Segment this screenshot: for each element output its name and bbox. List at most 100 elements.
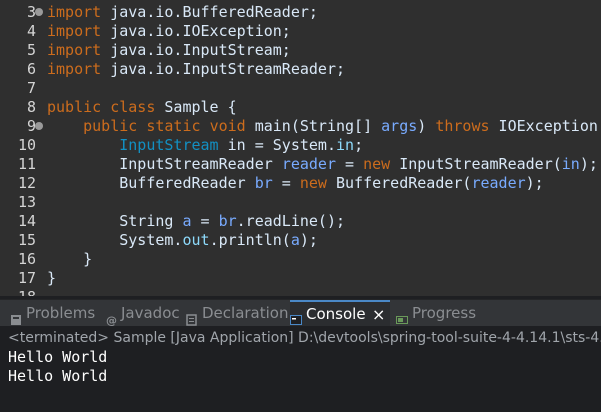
tab-label: Declaration bbox=[202, 304, 289, 322]
tab-console[interactable]: Console × bbox=[290, 300, 390, 327]
tab-progress[interactable]: Progress bbox=[396, 300, 476, 327]
code-token: Sample { bbox=[155, 98, 237, 116]
line-number: 17 bbox=[17, 269, 36, 287]
code-line[interactable]: 6 import java.io.InputStreamReader; bbox=[0, 60, 601, 79]
code-text: InputStream in = System.in; bbox=[47, 136, 363, 155]
code-text: BufferedReader br = new BufferedReader(r… bbox=[47, 174, 544, 193]
code-token: java.io.IOException; bbox=[101, 22, 291, 40]
code-text: String a = br.readLine(); bbox=[47, 212, 345, 231]
code-token: IOException { bbox=[498, 117, 598, 135]
code-token: br bbox=[254, 174, 273, 192]
code-token: String bbox=[47, 212, 183, 230]
code-line[interactable]: 13 bbox=[0, 193, 601, 212]
console-status-label: <terminated> Sample [Java Application] D… bbox=[8, 330, 601, 346]
code-line[interactable]: 10 InputStream in = System.in; bbox=[0, 136, 601, 155]
code-line[interactable]: 15 System.out.println(a); bbox=[0, 231, 601, 250]
code-line[interactable]: 11 InputStreamReader reader = new InputS… bbox=[0, 155, 601, 174]
code-text: } bbox=[47, 269, 56, 288]
code-line[interactable]: 9 public static void main(String[] args)… bbox=[0, 117, 601, 136]
code-token: System. bbox=[47, 231, 183, 249]
console-output-line: Hello World bbox=[8, 367, 108, 385]
fold-toggle-icon[interactable] bbox=[35, 122, 43, 130]
problems-icon bbox=[10, 308, 22, 325]
tab-label: Console bbox=[306, 305, 366, 323]
tab-problems[interactable]: Problems bbox=[10, 300, 98, 327]
code-line[interactable]: 14 String a = br.readLine(); bbox=[0, 212, 601, 231]
code-token: .readLine(); bbox=[236, 212, 346, 230]
code-text: public static void main(String[] args) t… bbox=[47, 117, 601, 136]
code-token: BufferedReader( bbox=[326, 174, 472, 192]
code-token: class bbox=[110, 98, 156, 116]
svg-text:@: @ bbox=[106, 314, 117, 326]
code-line[interactable]: 17} bbox=[0, 269, 601, 288]
code-text: import java.io.BufferedReader; bbox=[47, 3, 318, 22]
code-token: } bbox=[47, 269, 57, 287]
code-token: new bbox=[363, 155, 391, 173]
code-token: throws bbox=[435, 117, 490, 135]
code-line[interactable]: 18 bbox=[0, 288, 601, 296]
code-token: in bbox=[561, 155, 580, 173]
code-token: } bbox=[47, 250, 93, 268]
code-text: InputStreamReader reader = new InputStre… bbox=[47, 155, 598, 174]
code-text: import java.io.InputStream; bbox=[47, 41, 291, 60]
line-number: 10 bbox=[17, 136, 36, 154]
code-line[interactable]: 5 import java.io.InputStream; bbox=[0, 41, 601, 60]
code-token: args bbox=[381, 117, 418, 135]
line-number: 16 bbox=[17, 250, 36, 268]
line-number: 5 bbox=[26, 41, 36, 59]
line-number: 7 bbox=[26, 79, 36, 97]
code-line[interactable]: 7 bbox=[0, 79, 601, 98]
code-line[interactable]: 3 import java.io.BufferedReader; bbox=[0, 3, 601, 22]
code-text: import java.io.InputStreamReader; bbox=[47, 60, 345, 79]
code-token: import bbox=[47, 3, 102, 21]
code-line[interactable]: 8 public class Sample { bbox=[0, 98, 601, 117]
console-view[interactable]: <terminated> Sample [Java Application] D… bbox=[0, 326, 601, 412]
console-icon bbox=[290, 309, 302, 325]
line-number: 13 bbox=[17, 193, 36, 211]
code-line[interactable]: 16 } bbox=[0, 250, 601, 269]
code-token: static bbox=[146, 117, 201, 135]
javadoc-icon: @ bbox=[105, 308, 117, 327]
code-token: public bbox=[47, 98, 102, 116]
code-text: } bbox=[47, 250, 92, 269]
code-token: java.io.InputStreamReader; bbox=[101, 60, 346, 78]
code-token: import bbox=[47, 41, 102, 59]
fold-toggle-icon[interactable] bbox=[35, 8, 43, 16]
tab-declaration[interactable]: Declaration bbox=[186, 300, 288, 327]
code-token: ); bbox=[525, 174, 544, 192]
code-token: a bbox=[290, 231, 300, 249]
code-token: .println( bbox=[209, 231, 291, 249]
line-number: 18 bbox=[0, 288, 36, 296]
code-editor[interactable]: 3 import java.io.BufferedReader; 4 import j… bbox=[0, 0, 601, 296]
progress-icon bbox=[396, 308, 408, 324]
console-output-line: Hello World bbox=[8, 348, 108, 366]
tab-label: Javadoc bbox=[121, 304, 180, 322]
code-token: new bbox=[299, 174, 327, 192]
code-token: java.io.BufferedReader; bbox=[101, 3, 318, 21]
code-token: = bbox=[336, 155, 364, 173]
code-token: BufferedReader bbox=[47, 174, 255, 192]
line-number: 9 bbox=[26, 117, 36, 135]
code-token: a bbox=[182, 212, 192, 230]
view-tab-bar: Problems @ Javadoc Declaration Console × Progr… bbox=[0, 299, 601, 327]
code-line[interactable]: 4 import java.io.IOException; bbox=[0, 22, 601, 41]
code-token: out bbox=[182, 231, 210, 249]
code-token: = bbox=[272, 174, 300, 192]
line-number: 12 bbox=[17, 174, 36, 192]
code-token: ); bbox=[579, 155, 598, 173]
code-line[interactable]: 12 BufferedReader br = new BufferedReade… bbox=[0, 174, 601, 193]
close-icon[interactable]: × bbox=[372, 302, 385, 327]
tab-label: Progress bbox=[412, 304, 477, 322]
code-token: InputStream bbox=[119, 136, 219, 154]
code-token: void bbox=[209, 117, 246, 135]
line-number: 4 bbox=[26, 22, 36, 40]
code-token: reader bbox=[471, 174, 526, 192]
code-text: System.out.println(a); bbox=[47, 231, 318, 250]
code-token: main(String[] bbox=[245, 117, 382, 135]
tab-javadoc[interactable]: @ Javadoc bbox=[105, 300, 180, 327]
line-number: 15 bbox=[17, 231, 36, 249]
line-number: 6 bbox=[26, 60, 36, 78]
code-token: ; bbox=[354, 136, 364, 154]
